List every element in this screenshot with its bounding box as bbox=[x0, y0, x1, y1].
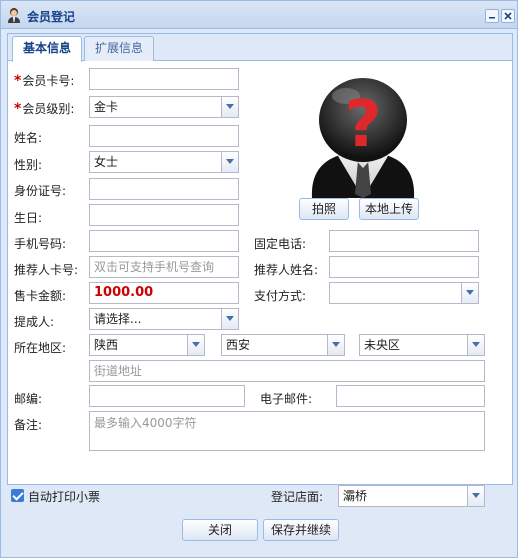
tab-extended-info[interactable]: 扩展信息 bbox=[84, 36, 155, 61]
region-label: 所在地区: bbox=[14, 341, 67, 355]
member-level-select[interactable]: 金卡 bbox=[89, 96, 239, 118]
chevron-down-icon[interactable] bbox=[187, 335, 204, 355]
district-select[interactable]: 未央区 bbox=[359, 334, 485, 356]
chevron-down-icon[interactable] bbox=[461, 283, 478, 303]
postcode-input[interactable] bbox=[89, 385, 245, 407]
minimize-button[interactable] bbox=[485, 9, 499, 23]
street-address-input[interactable]: 街道地址 bbox=[89, 360, 485, 382]
tab-panel: 基本信息 扩展信息 *会员卡号: *会员级别: 金卡 姓名: 性别: 女士 身份… bbox=[7, 33, 513, 485]
referrer-name-label: 推荐人姓名: bbox=[254, 263, 319, 277]
phone-input[interactable] bbox=[329, 230, 479, 252]
gender-label: 性别: bbox=[14, 158, 43, 172]
name-label: 姓名: bbox=[14, 131, 43, 145]
window-title: 会员登记 bbox=[27, 10, 76, 24]
postcode-label: 邮编: bbox=[14, 392, 43, 406]
store-label: 登记店面: bbox=[271, 490, 324, 504]
chevron-down-icon[interactable] bbox=[327, 335, 344, 355]
card-number-input[interactable] bbox=[89, 68, 239, 90]
close-icon bbox=[504, 12, 512, 20]
card-number-label: *会员卡号: bbox=[14, 73, 75, 89]
member-level-label: *会员级别: bbox=[14, 101, 75, 117]
id-number-input[interactable] bbox=[89, 178, 239, 200]
gender-select[interactable]: 女士 bbox=[89, 151, 239, 173]
chevron-down-icon[interactable] bbox=[221, 309, 238, 329]
tab-strip: 基本信息 扩展信息 bbox=[8, 34, 512, 62]
remark-label: 备注: bbox=[14, 418, 43, 432]
close-button[interactable]: 关闭 bbox=[182, 519, 258, 541]
province-select[interactable]: 陕西 bbox=[89, 334, 205, 356]
auto-print-label[interactable]: 自动打印小票 bbox=[28, 488, 100, 505]
amount-input[interactable]: 1000.00 bbox=[89, 282, 239, 304]
phone-label: 固定电话: bbox=[254, 237, 307, 251]
gender-value: 女士 bbox=[94, 155, 119, 169]
referrer-name-input[interactable] bbox=[329, 256, 479, 278]
local-upload-button[interactable]: 本地上传 bbox=[359, 198, 419, 220]
email-label: 电子邮件: bbox=[260, 392, 313, 406]
commission-label: 提成人: bbox=[14, 315, 55, 329]
mobile-input[interactable] bbox=[89, 230, 239, 252]
take-photo-button[interactable]: 拍照 bbox=[299, 198, 349, 220]
chevron-down-icon[interactable] bbox=[221, 152, 238, 172]
birthday-input[interactable] bbox=[89, 204, 239, 226]
title-bar[interactable]: 会员登记 bbox=[1, 1, 517, 29]
city-select[interactable]: 西安 bbox=[221, 334, 345, 356]
commission-value: 请选择... bbox=[94, 312, 142, 326]
minimize-icon bbox=[489, 17, 495, 19]
birthday-label: 生日: bbox=[14, 211, 43, 225]
email-input[interactable] bbox=[336, 385, 485, 407]
name-input[interactable] bbox=[89, 125, 239, 147]
payment-label: 支付方式: bbox=[254, 289, 307, 303]
store-select[interactable]: 灞桥 bbox=[338, 485, 485, 507]
required-mark: * bbox=[14, 73, 22, 89]
commission-select[interactable]: 请选择... bbox=[89, 308, 239, 330]
member-registration-window: 会员登记 基本信息 扩展信息 *会员卡号: *会员级别: 金卡 姓名: 性别: … bbox=[0, 0, 518, 558]
province-value: 陕西 bbox=[94, 338, 119, 352]
member-level-value: 金卡 bbox=[94, 100, 119, 114]
store-value: 灞桥 bbox=[343, 489, 368, 503]
mobile-label: 手机号码: bbox=[14, 237, 67, 251]
auto-print-checkbox[interactable] bbox=[11, 489, 24, 502]
close-window-button[interactable] bbox=[501, 9, 515, 23]
chevron-down-icon[interactable] bbox=[467, 335, 484, 355]
payment-select[interactable] bbox=[329, 282, 479, 304]
required-mark: * bbox=[14, 101, 22, 117]
chevron-down-icon[interactable] bbox=[467, 486, 484, 506]
amount-label: 售卡金额: bbox=[14, 289, 67, 303]
chevron-down-icon[interactable] bbox=[221, 97, 238, 117]
member-icon bbox=[8, 8, 20, 23]
referrer-card-input[interactable]: 双击可支持手机号查询 bbox=[89, 256, 239, 278]
tab-basic-info[interactable]: 基本信息 bbox=[12, 36, 83, 62]
svg-text:?: ? bbox=[344, 88, 381, 162]
city-value: 西安 bbox=[226, 338, 251, 352]
referrer-card-label: 推荐人卡号: bbox=[14, 263, 79, 277]
id-number-label: 身份证号: bbox=[14, 184, 67, 198]
district-value: 未央区 bbox=[364, 338, 401, 352]
unknown-person-icon: ? bbox=[311, 78, 415, 198]
remark-textarea[interactable]: 最多输入4000字符 bbox=[89, 411, 485, 451]
save-and-continue-button[interactable]: 保存并继续 bbox=[263, 519, 339, 541]
